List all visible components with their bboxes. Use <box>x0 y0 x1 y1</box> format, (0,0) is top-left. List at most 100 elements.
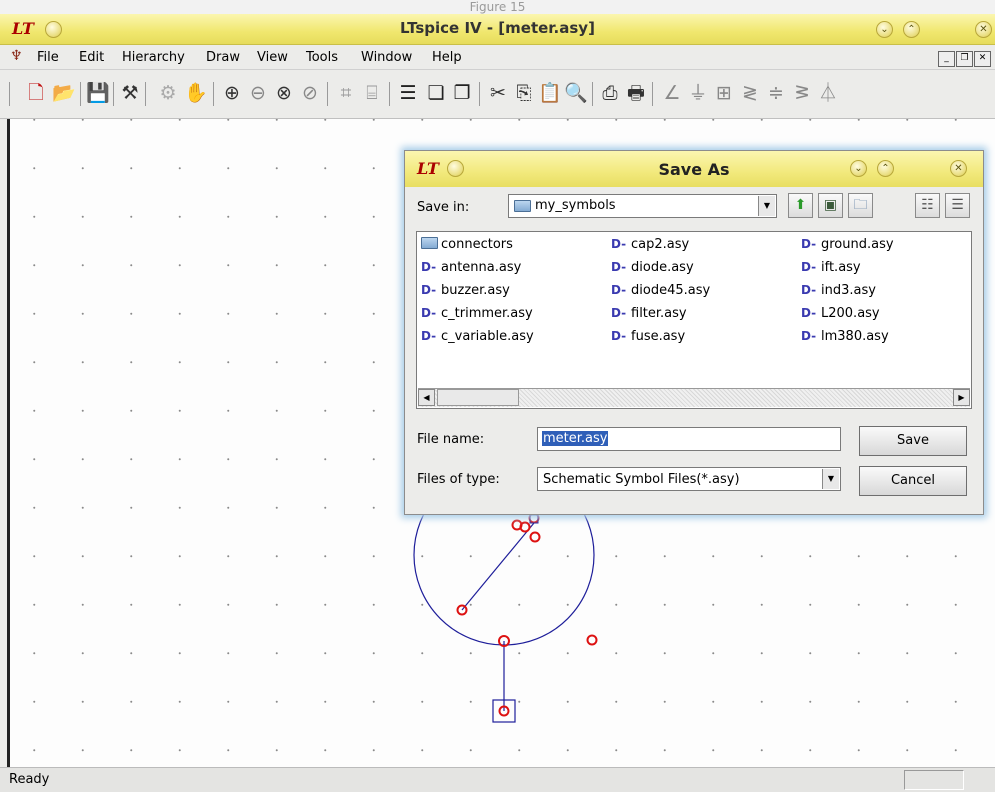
anchor-point[interactable] <box>586 634 598 646</box>
open-icon[interactable]: 📂 <box>52 81 76 105</box>
inductor-icon[interactable]: ᕒ <box>790 81 814 105</box>
save-in-label: Save in: <box>417 200 470 215</box>
list-item[interactable]: D-diode.asy <box>611 260 694 275</box>
list-view-icon[interactable]: ☷ <box>915 193 940 218</box>
figure-caption: Figure 15 <box>0 0 995 14</box>
toolbar-separator <box>213 82 214 106</box>
dialog-titlebar[interactable]: LT Save As ⌄ ⌃ ✕ <box>405 151 983 187</box>
resistor-icon[interactable]: ≷ <box>738 81 762 105</box>
copy-icon[interactable]: ⎘ <box>512 81 536 105</box>
save-button[interactable]: Save <box>859 426 967 456</box>
maximize-button[interactable]: ⌃ <box>903 21 920 38</box>
new-folder-icon[interactable]: 🗀 <box>848 193 873 218</box>
dialog-maximize-button[interactable]: ⌃ <box>877 160 894 177</box>
toolbar-separator <box>80 82 81 106</box>
list-item[interactable]: connectors <box>421 237 513 252</box>
file-name-value: meter.asy <box>542 431 609 446</box>
up-folder-icon[interactable]: ⬆ <box>788 193 813 218</box>
list-item[interactable]: D-c_trimmer.asy <box>421 306 533 321</box>
list-item[interactable]: D-antenna.asy <box>421 260 521 275</box>
menu-file[interactable]: File <box>37 50 59 65</box>
tile-horizontal-icon[interactable]: ☰ <box>396 81 420 105</box>
ground-icon[interactable]: ⏚ <box>686 81 710 105</box>
list-item[interactable]: D-lm380.asy <box>801 329 889 344</box>
symbol-file-icon: D- <box>421 306 437 320</box>
symbol-file-icon: D- <box>611 306 627 320</box>
mdi-restore-button[interactable]: ❐ <box>956 51 973 67</box>
symbol-file-icon: D- <box>421 283 437 297</box>
autorange-icon[interactable]: ⊘ <box>298 81 322 105</box>
chevron-down-icon[interactable]: ▼ <box>822 469 839 489</box>
mdi-close-button[interactable]: ✕ <box>974 51 991 67</box>
menu-view[interactable]: View <box>257 50 288 65</box>
list-item[interactable]: D-cap2.asy <box>611 237 689 252</box>
horizontal-scrollbar[interactable]: ◀ ▶ <box>418 388 970 407</box>
file-name-label: File name: <box>417 432 485 447</box>
dialog-close-button[interactable]: ✕ <box>950 160 967 177</box>
menu-edit[interactable]: Edit <box>79 50 104 65</box>
toolbar-separator <box>592 82 593 106</box>
list-item[interactable]: D-ground.asy <box>801 237 894 252</box>
menu-hierarchy[interactable]: Hierarchy <box>122 50 185 65</box>
file-list[interactable]: connectors D-antenna.asy D-buzzer.asy D-… <box>416 231 972 409</box>
halt-icon[interactable]: ✋ <box>184 81 208 105</box>
control-panel-icon[interactable]: ⚒ <box>118 81 142 105</box>
save-in-combo[interactable]: my_symbols ▼ <box>508 194 777 218</box>
run-icon[interactable]: ⚙ <box>156 81 180 105</box>
list-item[interactable]: D-ift.asy <box>801 260 861 275</box>
cut-icon[interactable]: ✂ <box>486 81 510 105</box>
file-name-input[interactable]: meter.asy <box>537 427 841 451</box>
scrollbar-thumb[interactable] <box>437 389 519 406</box>
menu-help[interactable]: Help <box>432 50 462 65</box>
anchor-point[interactable] <box>529 531 541 543</box>
list-item[interactable]: D-filter.asy <box>611 306 687 321</box>
menu-draw[interactable]: Draw <box>206 50 240 65</box>
capacitor-icon[interactable]: ≑ <box>764 81 788 105</box>
status-text: Ready <box>9 772 50 787</box>
zoom-in-icon[interactable]: ⊕ <box>220 81 244 105</box>
list-item[interactable]: D-diode45.asy <box>611 283 710 298</box>
paste-icon[interactable]: 📋 <box>538 81 562 105</box>
cascade-icon[interactable]: ❏ <box>424 81 448 105</box>
statusbar: Ready <box>0 767 995 792</box>
window-titlebar[interactable]: LT LTspice IV - [meter.asy] ⌄ ⌃ ✕ <box>0 14 995 45</box>
print-icon[interactable]: 🖶 <box>624 81 648 105</box>
save-icon[interactable]: 💾 <box>86 81 110 105</box>
grid-icon[interactable]: ⌗ <box>334 81 358 105</box>
label-icon[interactable]: ⌸ <box>360 81 384 105</box>
list-item[interactable]: D-buzzer.asy <box>421 283 510 298</box>
toolbar-separator <box>9 82 10 106</box>
toolbar-separator <box>327 82 328 106</box>
symbol-file-icon: D- <box>801 306 817 320</box>
minimize-button[interactable]: ⌄ <box>876 21 893 38</box>
zoom-fit-icon[interactable]: ⊗ <box>272 81 296 105</box>
list-item[interactable]: D- L200.asy <box>801 306 880 321</box>
mdi-minimize-button[interactable]: _ <box>938 51 955 67</box>
document-icon[interactable]: ♆ <box>10 48 23 64</box>
label-net-icon[interactable]: ⊞ <box>712 81 736 105</box>
dialog-minimize-button[interactable]: ⌄ <box>850 160 867 177</box>
find-icon[interactable]: 🔍 <box>564 81 588 105</box>
list-item[interactable]: D-fuse.asy <box>611 329 685 344</box>
print-setup-icon[interactable]: ⎙ <box>598 81 622 105</box>
list-item[interactable]: D-ind3.asy <box>801 283 876 298</box>
details-view-icon[interactable]: ☰ <box>945 193 970 218</box>
desktop-icon[interactable]: ▣ <box>818 193 843 218</box>
list-item[interactable]: D-c_variable.asy <box>421 329 534 344</box>
wire-icon[interactable]: ∠ <box>660 81 684 105</box>
scroll-left-icon[interactable]: ◀ <box>418 389 435 406</box>
new-schematic-icon[interactable]: 🗋 <box>24 81 48 105</box>
menu-window[interactable]: Window <box>361 50 412 65</box>
files-of-type-value: Schematic Symbol Files(*.asy) <box>543 472 740 487</box>
zoom-back-icon[interactable]: ⊖ <box>246 81 270 105</box>
cancel-button[interactable]: Cancel <box>859 466 967 496</box>
scroll-right-icon[interactable]: ▶ <box>953 389 970 406</box>
meter-needle-line[interactable] <box>461 522 535 611</box>
files-of-type-combo[interactable]: Schematic Symbol Files(*.asy) ▼ <box>537 467 841 491</box>
menu-tools[interactable]: Tools <box>306 50 338 65</box>
folder-icon <box>421 237 438 249</box>
close-button[interactable]: ✕ <box>975 21 992 38</box>
arrange-icon[interactable]: ❐ <box>450 81 474 105</box>
diode-icon[interactable]: ⏃ <box>816 81 840 105</box>
chevron-down-icon[interactable]: ▼ <box>758 196 775 216</box>
